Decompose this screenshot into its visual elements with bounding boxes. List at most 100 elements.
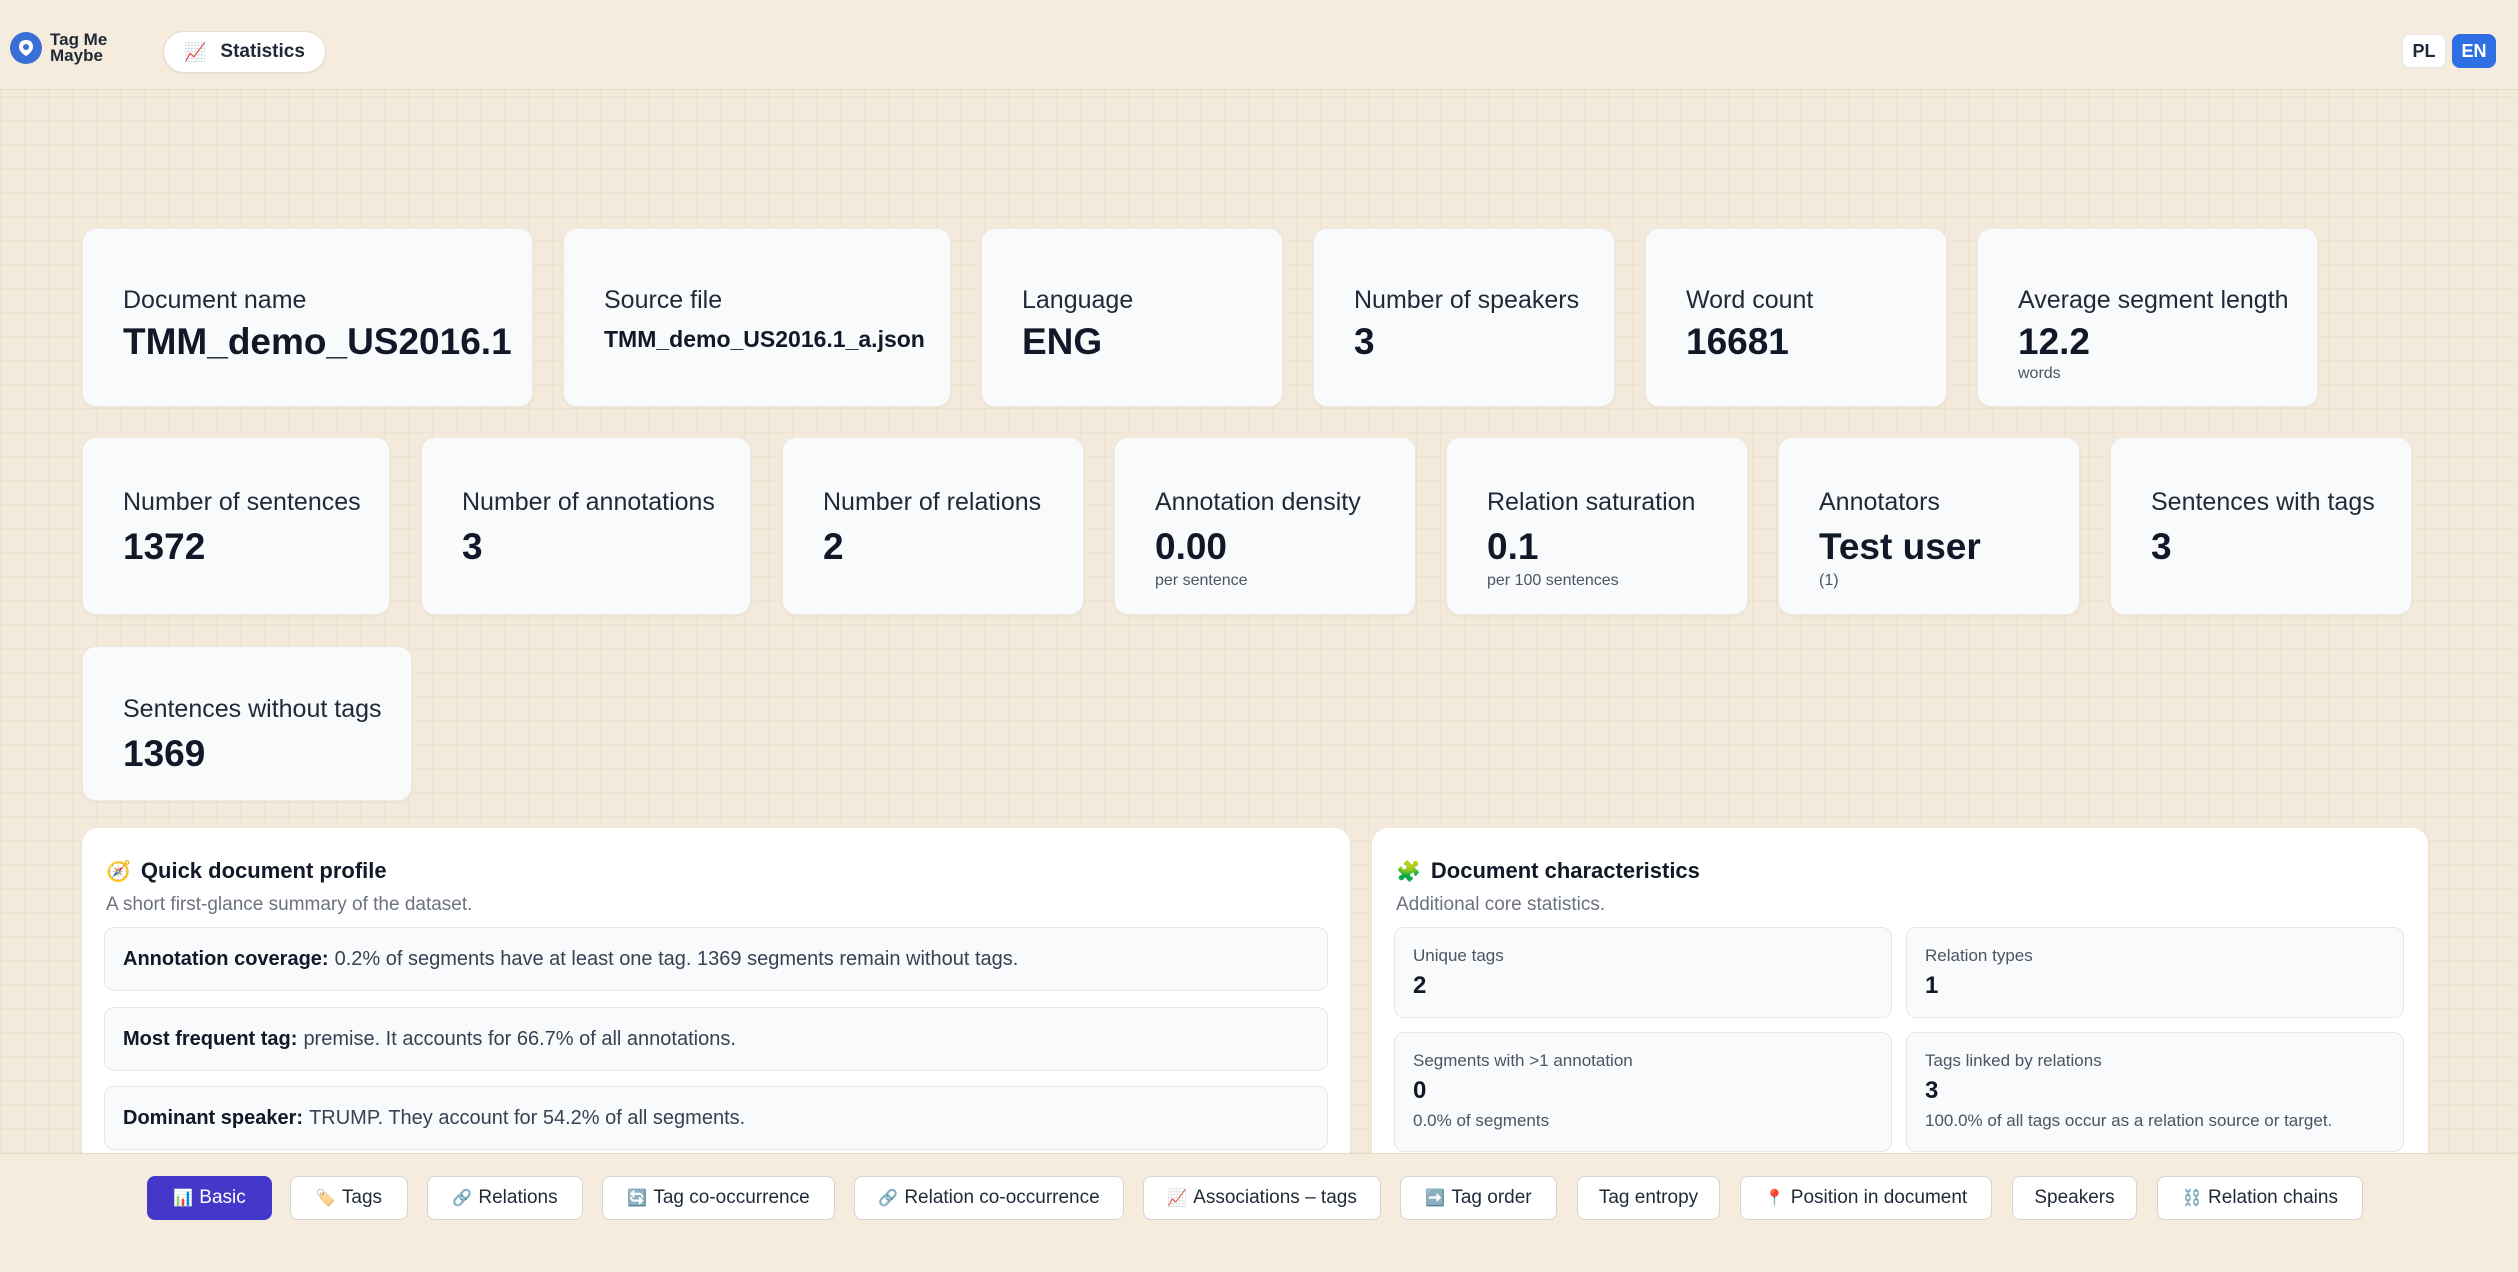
tab-label: Speakers [2034,1187,2115,1208]
stat-card-sentences-without-tags: Sentences without tags 1369 [82,646,412,801]
stat-label: Word count [1686,286,1814,314]
refresh-icon: 🔄 [627,1190,648,1207]
tab-label: Tags [341,1187,383,1208]
char-multi-annotation-segments: Segments with >1 annotation 0 0.0% of se… [1394,1032,1892,1152]
stat-value: 2 [823,526,844,567]
tab-basic[interactable]: 📊 Basic [147,1176,272,1220]
tag-icon: 🏷️ [315,1190,336,1207]
stat-card-sentences: Number of sentences 1372 [82,437,390,615]
bottom-nav: 📊 Basic 🏷️ Tags 🔗 Relations 🔄 Tag co-occ… [0,1153,2518,1272]
stat-value: 1372 [123,526,206,567]
profile-row-key: Dominant speaker: [123,1106,304,1129]
arrow-right-icon: ➡️ [1425,1190,1446,1207]
tab-tags[interactable]: 🏷️ Tags [290,1176,408,1220]
stat-card-speakers: Number of speakers 3 [1313,228,1615,407]
char-value: 0 [1413,1077,1427,1104]
tab-tag-order[interactable]: ➡️ Tag order [1400,1176,1557,1220]
stat-label: Number of relations [823,488,1042,516]
tab-label: Relation chains [2208,1187,2338,1208]
stat-card-sentences-with-tags: Sentences with tags 3 [2110,437,2412,615]
tab-tag-entropy[interactable]: Tag entropy [1577,1176,1720,1220]
stat-card-annotation-density: Annotation density 0.00 per sentence [1114,437,1416,615]
profile-row-dominant-speaker: Dominant speaker: TRUMP. They account fo… [104,1086,1328,1150]
stat-card-relations: Number of relations 2 [782,437,1084,615]
app-name: Tag Me Maybe [50,30,108,65]
tab-relations[interactable]: 🔗 Relations [427,1176,583,1220]
characteristics-title: 🧩 Document characteristics [1396,858,1700,884]
stat-value: 3 [1354,321,1375,362]
puzzle-icon: 🧩 [1396,860,1421,883]
tab-label: Basic [199,1187,246,1208]
tab-label: Relations [478,1187,558,1208]
quick-profile-title: 🧭 Quick document profile [106,858,387,884]
char-tags-linked: Tags linked by relations 3 100.0% of all… [1906,1032,2404,1152]
stat-sub: words [2018,365,2061,382]
tab-label: Relation co-occurrence [904,1187,1100,1208]
stat-value: TMM_demo_US2016.1_a.json [604,326,925,352]
char-value: 3 [1925,1077,1939,1104]
char-sub: 100.0% of all tags occur as a relation s… [1925,1111,2333,1130]
stat-label: Sentences without tags [123,695,382,723]
stat-card-annotators: Annotators Test user (1) [1778,437,2080,615]
char-relation-types: Relation types 1 [1906,927,2404,1018]
stat-sub: (1) [1819,572,1839,589]
statistics-page-pill[interactable]: 📈 Statistics [163,31,326,73]
profile-row-key: Annotation coverage: [123,947,329,970]
char-label: Unique tags [1413,946,1504,965]
characteristics-subtitle: Additional core statistics. [1396,894,1606,915]
tab-relation-co-occurrence[interactable]: 🔗 Relation co-occurrence [854,1176,1124,1220]
stat-value: TMM_demo_US2016.1 [123,321,512,362]
char-label: Relation types [1925,946,2033,965]
stat-value: 1369 [123,733,206,774]
app-logo[interactable]: Tag Me Maybe [10,30,130,65]
tab-speakers[interactable]: Speakers [2012,1176,2137,1220]
profile-row-text: 0.2% of segments have at least one tag. … [334,947,1019,970]
tab-associations-tags[interactable]: 📈 Associations – tags [1143,1176,1381,1220]
stat-card-relation-saturation: Relation saturation 0.1 per 100 sentence… [1446,437,1748,615]
pin-icon: 📍 [1764,1190,1785,1207]
lang-en-button[interactable]: EN [2452,34,2496,68]
tab-tag-co-occurrence[interactable]: 🔄 Tag co-occurrence [602,1176,835,1220]
characteristics-panel: 🧩 Document characteristics Additional co… [1372,828,2428,1168]
link-icon: 🔗 [452,1190,473,1207]
stat-card-document-name: Document name TMM_demo_US2016.1 [82,228,533,407]
stat-value: Test user [1819,526,1981,567]
link-icon: 🔗 [878,1190,899,1207]
language-switcher: PL EN [2402,34,2496,68]
stat-value: 3 [462,526,483,567]
stat-label: Number of sentences [123,488,361,516]
stat-value: 12.2 [2018,321,2091,362]
stat-label: Number of annotations [462,488,715,516]
tab-label: Associations – tags [1193,1187,1357,1208]
stat-card-annotations: Number of annotations 3 [421,437,751,615]
lang-pl-button[interactable]: PL [2402,34,2446,68]
stat-value: 0.00 [1155,526,1228,567]
stat-card-avg-segment-length: Average segment length 12.2 words [1977,228,2318,407]
characteristics-title-text: Document characteristics [1430,858,1700,883]
profile-row-frequent-tag: Most frequent tag: premise. It accounts … [104,1007,1328,1071]
stat-label: Source file [604,286,723,314]
stat-value: 0.1 [1487,526,1539,567]
quick-profile-subtitle: A short first-glance summary of the data… [106,894,473,915]
stat-label: Sentences with tags [2151,488,2375,516]
tab-relation-chains[interactable]: ⛓️ Relation chains [2157,1176,2363,1220]
stat-card-language: Language ENG [981,228,1283,407]
quick-profile-panel: 🧭 Quick document profile A short first-g… [82,828,1350,1168]
stat-sub: per 100 sentences [1487,572,1619,589]
char-unique-tags: Unique tags 2 [1394,927,1892,1018]
char-value: 2 [1413,972,1427,999]
char-label: Segments with >1 annotation [1413,1051,1633,1070]
stat-label: Relation saturation [1487,488,1696,516]
char-label: Tags linked by relations [1925,1051,2102,1070]
tab-position-in-document[interactable]: 📍 Position in document [1740,1176,1992,1220]
stat-label: Annotators [1819,488,1940,516]
tab-label: Position in document [1790,1187,1968,1208]
tab-label: Tag co-occurrence [653,1187,810,1208]
stat-value: 16681 [1686,321,1789,362]
stat-label: Annotation density [1155,488,1361,516]
profile-row-key: Most frequent tag: [123,1027,298,1050]
tab-label: Tag order [1451,1187,1532,1208]
profile-row-coverage: Annotation coverage: 0.2% of segments ha… [104,927,1328,991]
chain-icon: ⛓️ [2182,1190,2202,1207]
tab-label: Tag entropy [1598,1187,1699,1208]
